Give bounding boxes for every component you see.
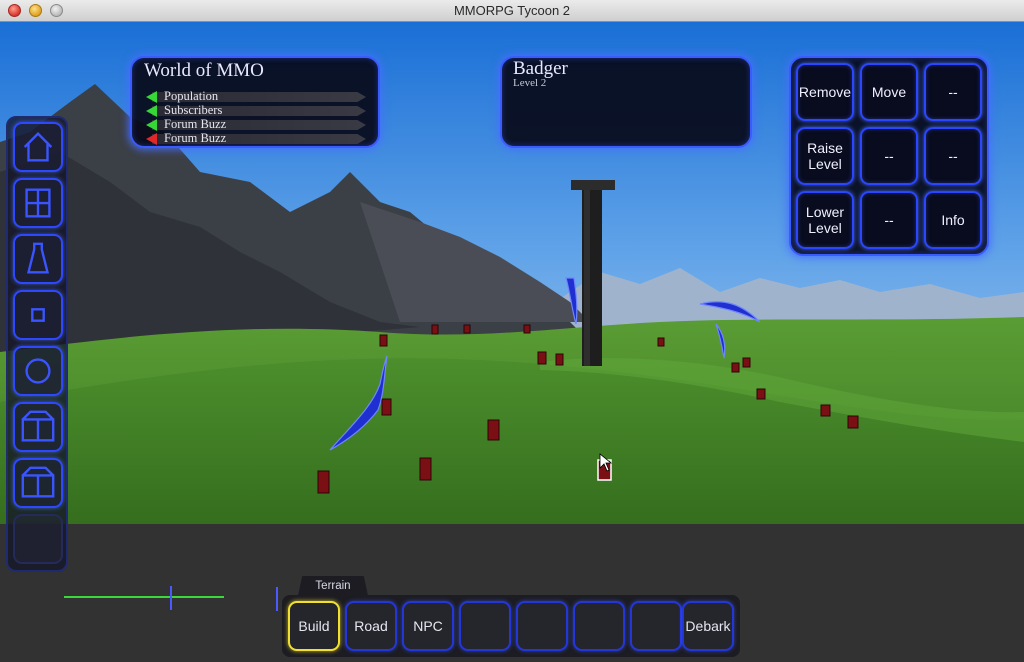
trend-down-icon <box>146 133 157 145</box>
circle-icon <box>25 358 51 384</box>
trend-up-icon <box>146 91 157 103</box>
empty-action-button[interactable]: -- <box>924 127 982 185</box>
camera-slider-track[interactable] <box>64 596 224 598</box>
toolbar-divider <box>276 587 278 611</box>
stats-panel: World of MMO Population Subscribers Foru… <box>130 56 380 148</box>
stat-label: Forum Buzz <box>164 131 227 145</box>
trend-up-icon <box>146 105 157 117</box>
box-icon <box>21 410 55 442</box>
selected-object-level: Level 2 <box>513 77 547 89</box>
tool-door-button[interactable] <box>13 178 63 228</box>
tool-small-square-button[interactable] <box>13 290 63 340</box>
empty-action-button[interactable]: -- <box>860 127 918 185</box>
stat-row-population: Population <box>146 89 366 103</box>
bottom-toolbar: Build Road NPC Debark <box>282 595 740 657</box>
home-icon <box>23 132 53 162</box>
stat-label: Population <box>164 89 219 103</box>
empty-toolbar-slot[interactable] <box>459 601 511 651</box>
tool-home-button[interactable] <box>13 122 63 172</box>
empty-action-button[interactable]: -- <box>860 191 918 249</box>
build-tool-column <box>6 116 68 572</box>
door-icon <box>25 188 51 218</box>
build-button[interactable]: Build <box>288 601 340 651</box>
tool-circle-button[interactable] <box>13 346 63 396</box>
window-title: MMORPG Tycoon 2 <box>453 3 571 18</box>
tool-tower-button[interactable] <box>13 234 63 284</box>
road-button[interactable]: Road <box>345 601 397 651</box>
game-world-title: World of MMO <box>144 60 264 81</box>
stat-label: Forum Buzz <box>164 117 227 131</box>
action-grid-panel: Remove Move -- Raise Level -- -- Lower L… <box>789 56 989 256</box>
empty-toolbar-slot[interactable] <box>630 601 682 651</box>
window-titlebar: MMORPG Tycoon 2 <box>0 0 1024 22</box>
debark-button[interactable]: Debark <box>682 601 734 651</box>
move-button[interactable]: Move <box>860 63 918 121</box>
empty-toolbar-slot[interactable] <box>573 601 625 651</box>
box-icon <box>21 466 55 498</box>
remove-button[interactable]: Remove <box>796 63 854 121</box>
stat-row-subscribers: Subscribers <box>146 103 366 117</box>
small-square-icon <box>31 308 45 322</box>
stat-label: Subscribers <box>164 103 223 117</box>
stat-row-forum-buzz: Forum Buzz <box>146 131 366 145</box>
empty-action-button[interactable]: -- <box>924 63 982 121</box>
tab-terrain[interactable]: Terrain <box>298 576 368 596</box>
empty-toolbar-slot[interactable] <box>516 601 568 651</box>
raise-level-button[interactable]: Raise Level <box>796 127 854 185</box>
stat-row-forum-buzz: Forum Buzz <box>146 117 366 131</box>
info-button[interactable]: Info <box>924 191 982 249</box>
selection-panel: Badger Level 2 <box>500 56 752 148</box>
lower-level-button[interactable]: Lower Level <box>796 191 854 249</box>
trend-up-icon <box>146 119 157 131</box>
tool-box-button[interactable] <box>13 458 63 508</box>
tool-box-button[interactable] <box>13 402 63 452</box>
tower-icon <box>26 242 50 274</box>
camera-slider-handle[interactable] <box>170 586 172 610</box>
tool-empty-slot[interactable] <box>13 514 63 564</box>
npc-button[interactable]: NPC <box>402 601 454 651</box>
